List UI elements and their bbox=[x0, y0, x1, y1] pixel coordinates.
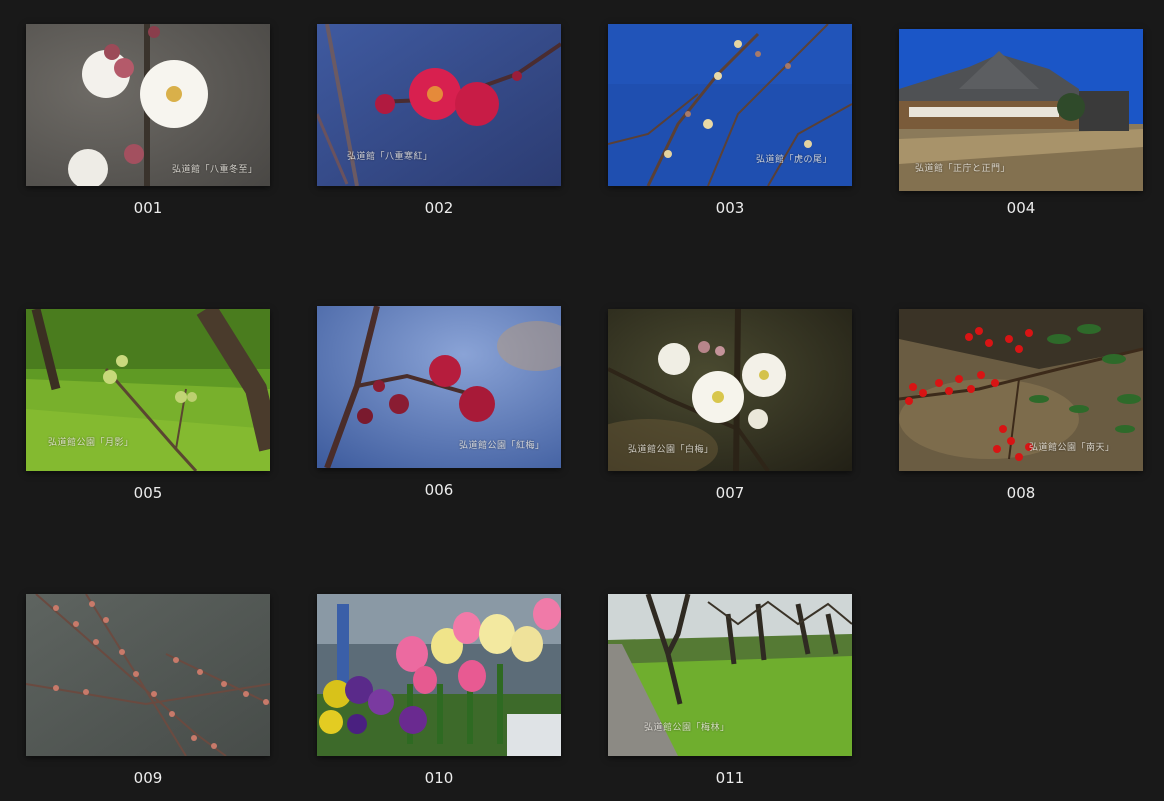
photo-caption: 弘道館公園「月影」 bbox=[48, 438, 134, 448]
thumbnail-image[interactable]: 弘道館公園「紅梅」 bbox=[317, 306, 561, 468]
thumbnail-tile[interactable]: 弘道館公園「月影」 005 bbox=[26, 309, 270, 505]
photo-caption: 弘道館「正庁と正門」 bbox=[915, 164, 1011, 174]
thumbnail-tile[interactable]: 弘道館「虎の尾」 003 bbox=[608, 24, 852, 220]
thumbnail-tile[interactable]: 弘道館公園「白梅」 007 bbox=[608, 309, 852, 505]
thumbnail-label: 009 bbox=[133, 769, 163, 787]
photo-caption: 弘道館「八重寒紅」 bbox=[347, 152, 433, 162]
thumbnail-image[interactable]: 弘道館公園「南天」 bbox=[899, 309, 1143, 471]
thumbnail-image[interactable]: 弘道館公園「月影」 bbox=[26, 309, 270, 471]
thumbnail-label: 001 bbox=[133, 199, 163, 217]
photo-caption: 弘道館公園「梅林」 bbox=[644, 723, 730, 733]
thumbnail-label: 004 bbox=[1006, 199, 1036, 217]
thumbnail-tile[interactable]: 弘道館公園「南天」 008 bbox=[899, 309, 1143, 505]
thumbnail-image[interactable]: 弘道館「正庁と正門」 bbox=[899, 29, 1143, 191]
thumbnail-image[interactable]: 弘道館「虎の尾」 bbox=[608, 24, 852, 186]
photo-caption: 弘道館「八重冬至」 bbox=[172, 165, 258, 175]
thumbnail-image[interactable]: 弘道館公園「白梅」 bbox=[608, 309, 852, 471]
thumbnail-tile[interactable]: 弘道館「八重冬至」 001 bbox=[26, 24, 270, 220]
photo-caption: 弘道館公園「南天」 bbox=[1029, 443, 1115, 453]
photo-pink-buds-grey bbox=[26, 594, 270, 756]
thumbnail-tile[interactable]: 弘道館「正庁と正門」 004 bbox=[899, 24, 1143, 220]
photo-tulips-pansies bbox=[317, 594, 561, 756]
thumbnail-label: 006 bbox=[424, 481, 454, 499]
photo-caption: 弘道館公園「紅梅」 bbox=[459, 441, 545, 451]
photo-caption: 弘道館公園「白梅」 bbox=[628, 445, 714, 455]
thumbnail-label: 005 bbox=[133, 484, 163, 502]
thumbnail-image[interactable]: 弘道館公園「梅林」 bbox=[608, 594, 852, 756]
thumbnail-label: 011 bbox=[715, 769, 745, 787]
thumbnail-image[interactable]: 弘道館「八重寒紅」 bbox=[317, 24, 561, 186]
thumbnail-label: 002 bbox=[424, 199, 454, 217]
thumbnail-tile[interactable]: 弘道館公園「梅林」 011 bbox=[608, 594, 852, 790]
thumbnail-label: 008 bbox=[1006, 484, 1036, 502]
thumbnail-label: 007 bbox=[715, 484, 745, 502]
thumbnail-label: 010 bbox=[424, 769, 454, 787]
thumbnail-label: 003 bbox=[715, 199, 745, 217]
thumbnail-image[interactable]: 弘道館「八重冬至」 bbox=[26, 24, 270, 186]
photo-caption: 弘道館「虎の尾」 bbox=[756, 155, 833, 165]
thumbnail-tile[interactable]: 弘道館公園「紅梅」 006 bbox=[317, 306, 561, 502]
thumbnail-tile[interactable]: 009 bbox=[26, 594, 270, 790]
thumbnail-tile[interactable]: 弘道館「八重寒紅」 002 bbox=[317, 24, 561, 220]
thumbnail-image[interactable] bbox=[26, 594, 270, 756]
thumbnail-image[interactable] bbox=[317, 594, 561, 756]
thumbnail-grid: 弘道館「八重冬至」 001 弘道館「八重寒紅」 002 弘道館「虎の尾」 003… bbox=[0, 0, 1164, 801]
thumbnail-tile[interactable]: 010 bbox=[317, 594, 561, 790]
